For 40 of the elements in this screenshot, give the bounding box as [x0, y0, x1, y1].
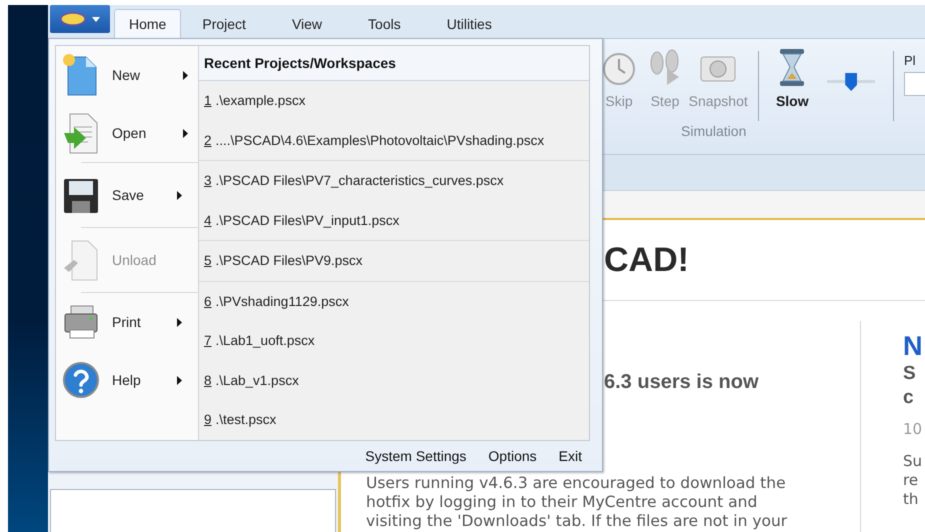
menu-item[interactable]: Help — [56, 351, 198, 409]
slider-thumb[interactable] — [845, 73, 858, 91]
recent-file-item[interactable]: 8 .\Lab_v1.pscx — [199, 360, 589, 400]
recent-file-item[interactable]: 3 .\PSCAD Files\PV7_characteristics_curves.pscx — [199, 161, 589, 200]
open-document-icon — [62, 111, 100, 155]
field-label: Pl — [904, 53, 917, 68]
recent-file-item[interactable]: 7 .\Lab1_uoft.pscx — [199, 321, 589, 360]
caret-icon — [92, 16, 100, 22]
side-text: Su — [903, 452, 922, 471]
side-headline: c — [903, 386, 915, 410]
ribbon-tab[interactable]: View — [270, 9, 344, 38]
side-text: th — [903, 490, 920, 509]
side-date: 10 — [903, 420, 922, 438]
menu-footer-button[interactable]: Options — [488, 448, 537, 464]
side-headline: S — [903, 362, 917, 386]
ribbon-tab[interactable]: Home — [114, 9, 182, 38]
side-text: re — [903, 471, 920, 490]
application-menu-button[interactable] — [50, 5, 110, 33]
ribbon-tab[interactable]: Project — [181, 9, 267, 38]
menu-item[interactable]: Open — [56, 104, 198, 162]
menu-item[interactable]: Print — [56, 293, 198, 351]
document-wrench-icon — [62, 238, 100, 282]
recent-file-item[interactable]: 9 .\test.pscx — [199, 400, 589, 440]
group-label: Simulation — [681, 123, 746, 139]
app-logo-icon — [60, 12, 86, 26]
news-heading: 6.3 users is now — [604, 371, 760, 394]
recent-file-item[interactable]: 1 .\example.pscx — [199, 81, 589, 120]
recent-file-item[interactable]: 5 .\PSCAD Files\PV9.pscx — [199, 241, 589, 280]
side-title: N — [903, 331, 922, 362]
recent-file-item[interactable]: 2 ....\PSCAD\4.6\Examples\Photovoltaic\PVshading.pscx — [199, 120, 589, 160]
menu-item[interactable]: Save — [56, 163, 198, 227]
menu-footer-button[interactable]: System Settings — [365, 448, 466, 464]
input-field[interactable] — [904, 72, 925, 96]
menu-item[interactable]: New — [56, 46, 198, 104]
ribbon-tab[interactable]: Utilities — [426, 9, 513, 38]
recent-title: Recent Projects/Workspaces — [199, 46, 589, 81]
slow-button[interactable]: Slow — [769, 47, 816, 109]
ribbon-tab[interactable]: Tools — [347, 9, 422, 38]
menu-footer-button[interactable]: Exit — [558, 448, 582, 464]
news-paragraph: Users running v4.6.3 are encouraged to download the hotfix by logging in to their MyCentre account and visiting the 'Downloads' tab. If the files are not in your — [366, 474, 788, 531]
